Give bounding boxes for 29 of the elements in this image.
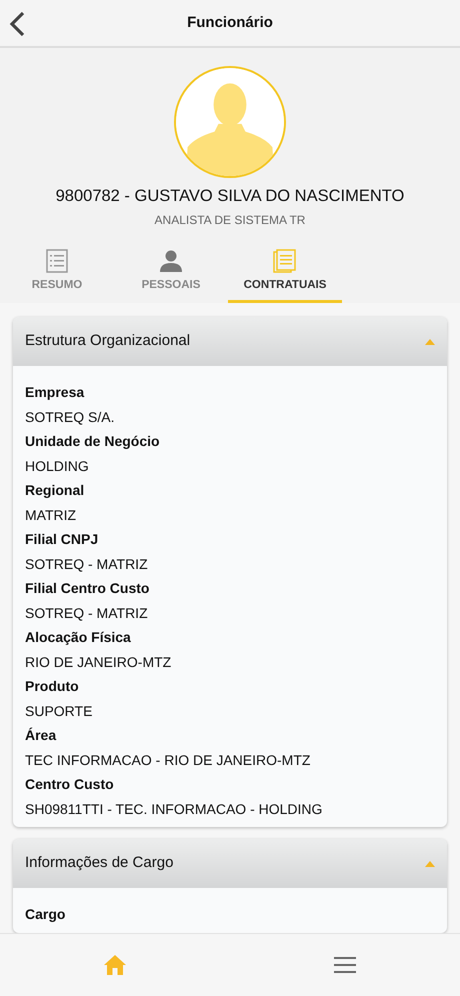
field-value: SOTREQ - MATRIZ [25,604,149,623]
field-label: Regional [25,481,86,500]
field-value: SOTREQ S/A. [25,408,116,427]
section-header[interactable]: Estrutura Organizacional [13,317,447,366]
field-label: Alocação Física [25,628,132,647]
document-icon [273,248,297,273]
field-label: Empresa [25,383,86,402]
field-label: Filial Centro Custo [25,579,150,598]
field-value: SH09811TTI - TEC. INFORMACAO - HOLDING [25,800,324,818]
field-value: SOTREQ - MATRIZ [25,554,149,574]
field-label: Produto [25,677,80,696]
field-label: Cargo [25,905,66,924]
field-label: Centro Custo [25,775,115,794]
field-value: HOLDING [25,456,90,476]
field-value: RIO DE JANEIRO-MTZ [25,652,172,672]
field-value: SUPORTE [25,702,94,720]
field-label: Área [25,726,58,745]
field-label: Filial CNPJ [25,530,100,549]
field-value: MATRIZ [25,506,78,524]
employee-role: ANALISTA DE SISTEMA TR [154,212,306,229]
field-value: TEC INFORMACAO - RIO DE JANEIRO-MTZ [25,750,312,770]
caret-up-icon [425,860,435,866]
page-title: Funcionário [187,12,273,33]
list-icon [45,248,69,273]
section-header[interactable]: Informações de Cargo [13,839,447,888]
field-label: Unidade de Negócio [25,432,161,451]
caret-up-icon [425,338,435,344]
employee-name: 9800782 - GUSTAVO SILVA DO NASCIMENTO [54,186,406,207]
person-icon [159,248,183,273]
